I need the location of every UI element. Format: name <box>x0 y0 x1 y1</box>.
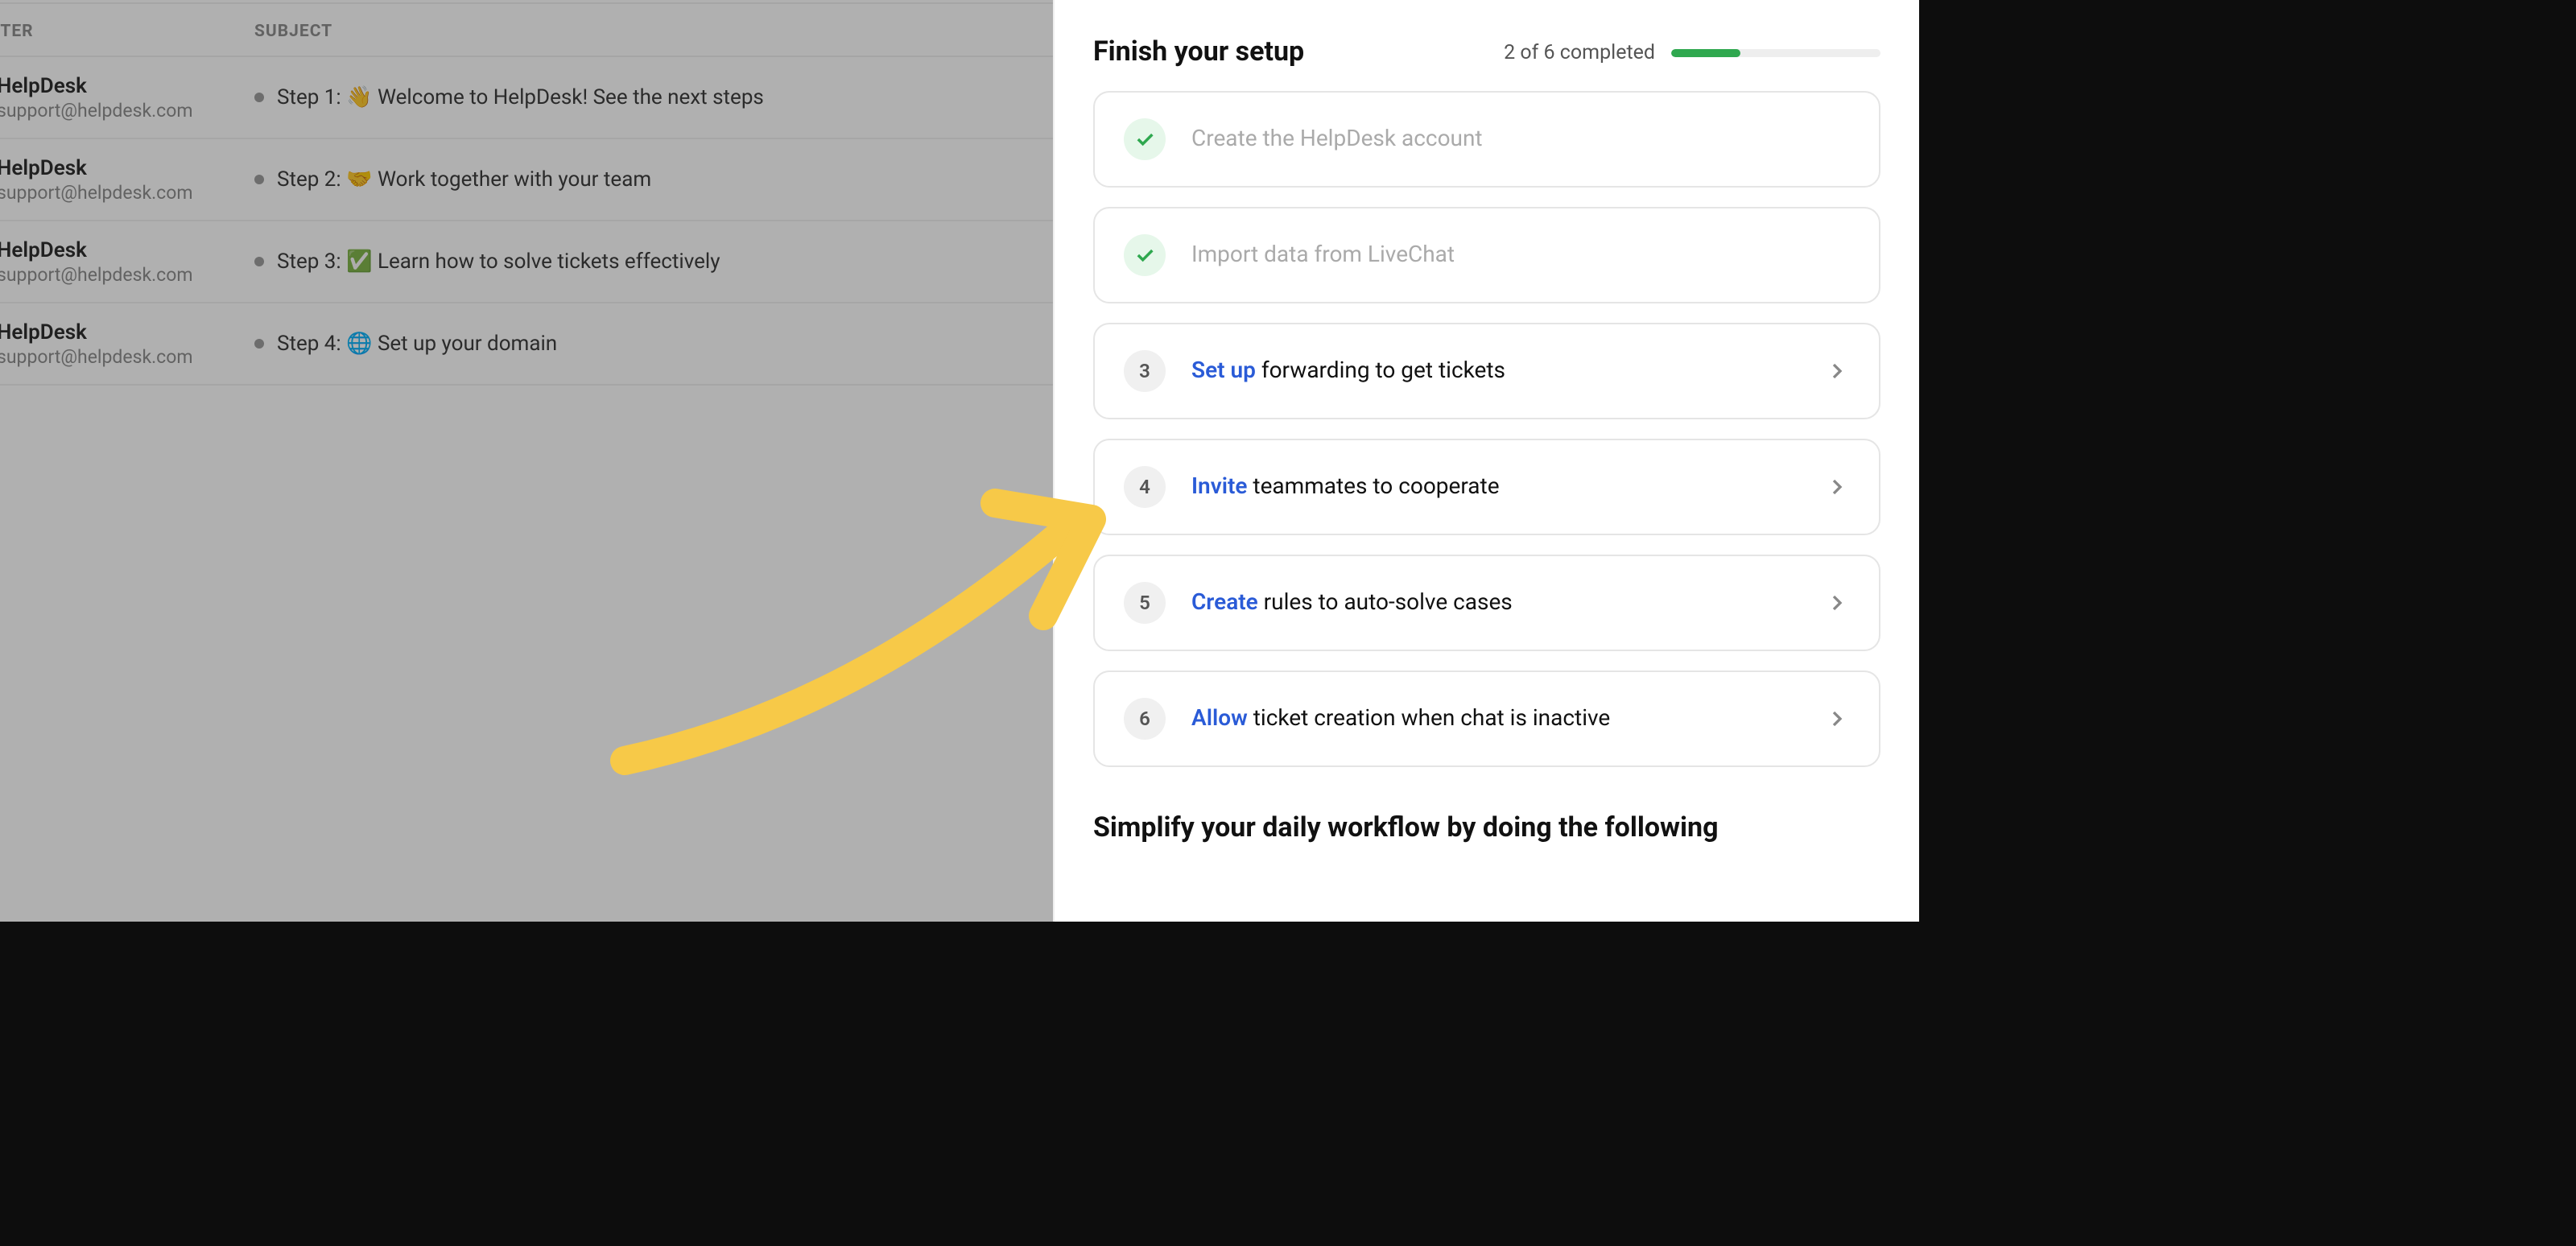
chevron-right-icon <box>1824 358 1850 384</box>
status-dot <box>254 257 264 266</box>
ticket-subject: Step 1: 👋 Welcome to HelpDesk! See the n… <box>277 85 764 109</box>
progress-text: 2 of 6 completed <box>1504 40 1655 64</box>
check-icon <box>1124 234 1166 276</box>
chevron-right-icon <box>1824 706 1850 732</box>
setup-title: Finish your setup <box>1093 36 1304 68</box>
step-number: 5 <box>1124 582 1166 624</box>
progress-bar <box>1671 48 1880 56</box>
setup-item[interactable]: 6Allow ticket creation when chat is inac… <box>1093 670 1880 767</box>
setup-drawer: 14 Days left in your trial Subscribe Fin… <box>1053 0 1919 922</box>
setup-item[interactable]: 3Set up forwarding to get tickets <box>1093 323 1880 419</box>
chevron-right-icon <box>1824 474 1850 500</box>
status-dot <box>254 339 264 349</box>
setup-item[interactable]: Import data from LiveChat <box>1093 207 1880 303</box>
setup-item[interactable]: Create the HelpDesk account <box>1093 91 1880 188</box>
check-icon <box>1124 118 1166 160</box>
ticket-subject: Step 2: 🤝 Work together with your team <box>277 167 651 192</box>
chevron-right-icon <box>1824 590 1850 616</box>
simplify-title: Simplify your daily workflow by doing th… <box>1093 812 1880 844</box>
ticket-subject: Step 3: ✅ Learn how to solve tickets eff… <box>277 250 720 274</box>
status-dot <box>254 175 264 184</box>
setup-item[interactable]: 4Invite teammates to cooperate <box>1093 439 1880 535</box>
col-requester: REQUESTER <box>0 19 254 40</box>
step-number: 3 <box>1124 350 1166 392</box>
status-dot <box>254 93 264 102</box>
step-number: 6 <box>1124 698 1166 740</box>
ticket-subject: Step 4: 🌐 Set up your domain <box>277 332 557 356</box>
setup-item[interactable]: 5Create rules to auto-solve cases <box>1093 555 1880 651</box>
step-number: 4 <box>1124 466 1166 508</box>
